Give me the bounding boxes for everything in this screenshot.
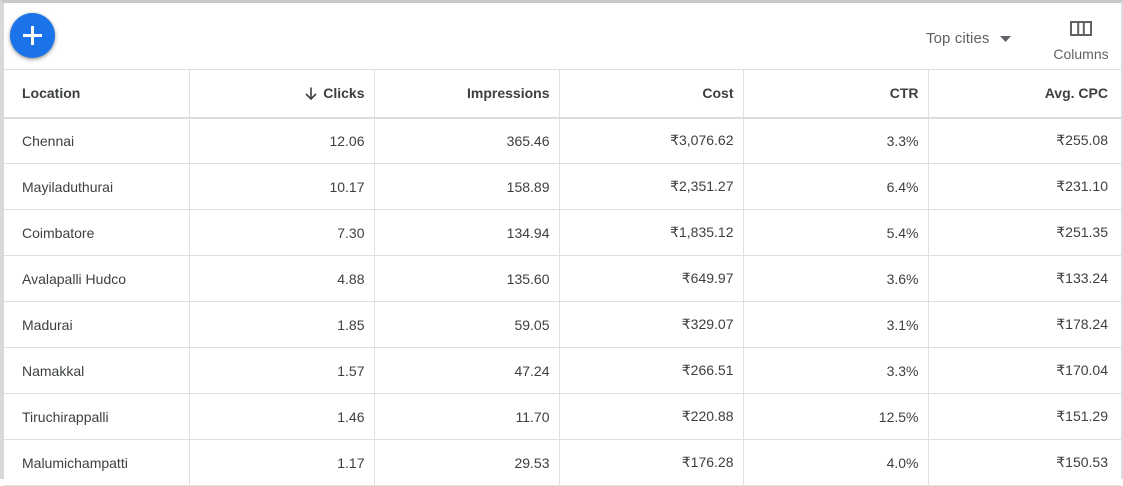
cell-cost: ₹3,076.62	[559, 117, 744, 164]
table-row: Madurai 1.85 59.05 ₹329.07 3.1% ₹178.24	[4, 301, 1121, 348]
locations-table: Location Clicks Impressions Cost CTR Avg…	[4, 69, 1121, 486]
cell-location: Coimbatore	[4, 209, 190, 256]
cell-cost: ₹266.51	[559, 347, 744, 394]
column-header-cost[interactable]: Cost	[559, 69, 744, 118]
cell-ctr: 3.6%	[743, 255, 929, 302]
column-header-label: Clicks	[323, 85, 365, 102]
cell-avg-cpc: ₹231.10	[1056, 178, 1108, 194]
columns-button-label: Columns	[1053, 46, 1109, 62]
column-header-label: Avg. CPC	[1044, 85, 1108, 102]
cell-cost: ₹220.88	[559, 393, 744, 440]
cell-impressions: 47.24	[374, 347, 560, 394]
table-header-row: Location Clicks Impressions Cost CTR Avg…	[4, 69, 1121, 118]
cell-avg-cpc: ₹170.04	[1056, 362, 1108, 378]
cell-clicks: 10.17	[189, 163, 375, 210]
caret-down-icon	[999, 35, 1011, 42]
column-header-location[interactable]: Location	[4, 69, 190, 118]
cell-impressions: 11.70	[374, 393, 560, 440]
cell-avg-cpc: ₹251.35	[1056, 224, 1108, 240]
table-row: Chennai 12.06 365.46 ₹3,076.62 3.3% ₹255…	[4, 117, 1121, 164]
column-header-label: Impressions	[467, 85, 550, 102]
column-header-clicks[interactable]: Clicks	[189, 69, 375, 118]
cell-ctr: 3.3%	[743, 347, 929, 394]
plus-icon	[23, 26, 42, 45]
columns-button[interactable]: Columns	[1044, 15, 1118, 65]
table-row: Tiruchirappalli 1.46 11.70 ₹220.88 12.5%…	[4, 393, 1121, 440]
segment-dropdown[interactable]: Top cities	[926, 25, 1011, 51]
cell-clicks: 4.88	[189, 255, 375, 302]
segment-dropdown-label: Top cities	[926, 29, 990, 47]
cell-location: Mayiladuthurai	[4, 163, 190, 210]
cell-avg-cpc: ₹178.24	[1056, 316, 1108, 332]
cell-clicks: 1.85	[189, 301, 375, 348]
cell-cost: ₹1,835.12	[559, 209, 744, 256]
cell-location: Chennai	[4, 117, 190, 164]
report-panel: Top cities Columns Location Clicks Impre…	[0, 0, 1123, 486]
cell-cost: ₹649.97	[559, 255, 744, 302]
cell-avg-cpc: ₹255.08	[1056, 132, 1108, 149]
cell-impressions: 134.94	[374, 209, 560, 256]
cell-impressions: 158.89	[374, 163, 560, 210]
cell-ctr: 3.3%	[743, 117, 929, 164]
cell-impressions: 135.60	[374, 255, 560, 302]
cell-ctr: 3.1%	[743, 301, 929, 348]
cell-location: Namakkal	[4, 347, 190, 394]
cell-clicks: 1.57	[189, 347, 375, 394]
table-row: Namakkal 1.57 47.24 ₹266.51 3.3% ₹170.04	[4, 347, 1121, 394]
cell-ctr: 5.4%	[743, 209, 929, 256]
cell-avg-cpc: ₹151.29	[1056, 408, 1108, 424]
cell-ctr: 6.4%	[743, 163, 929, 210]
column-header-label: Location	[22, 85, 81, 102]
table-row: Coimbatore 7.30 134.94 ₹1,835.12 5.4% ₹2…	[4, 209, 1121, 256]
cell-location: Tiruchirappalli	[4, 393, 190, 440]
cell-clicks: 1.46	[189, 393, 375, 440]
column-header-avg-cpc[interactable]: Avg. CPC	[928, 70, 1121, 118]
cell-clicks: 7.30	[189, 209, 375, 256]
cell-clicks: 12.06	[189, 117, 375, 164]
cell-impressions: 365.46	[374, 117, 560, 164]
column-header-label: CTR	[889, 85, 919, 102]
cell-cost: ₹2,351.27	[559, 163, 744, 210]
cell-location: Avalapalli Hudco	[4, 255, 190, 302]
table-row: Mayiladuthurai 10.17 158.89 ₹2,351.27 6.…	[4, 163, 1121, 210]
cell-cost: ₹329.07	[559, 301, 744, 348]
arrow-down-icon	[305, 87, 317, 101]
table-row: Avalapalli Hudco 4.88 135.60 ₹649.97 3.6…	[4, 255, 1121, 302]
column-header-impressions[interactable]: Impressions	[374, 69, 560, 118]
cell-avg-cpc: ₹133.24	[1056, 270, 1108, 286]
column-header-label: Cost	[702, 85, 734, 102]
columns-icon	[1070, 21, 1092, 36]
cell-location: Madurai	[4, 301, 190, 348]
report-toolbar: Top cities Columns	[4, 3, 1121, 69]
column-header-ctr[interactable]: CTR	[743, 69, 929, 118]
cell-impressions: 59.05	[374, 301, 560, 348]
cell-ctr: 12.5%	[743, 393, 929, 440]
add-button[interactable]	[10, 13, 55, 58]
